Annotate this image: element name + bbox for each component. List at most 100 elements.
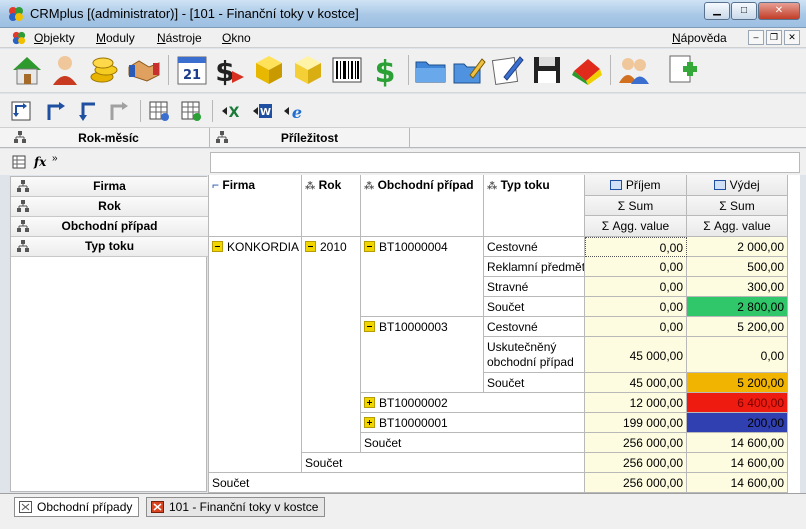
filter-strip[interactable] [210, 152, 800, 173]
money-icon[interactable]: $ [368, 53, 402, 87]
row-field-obchodni-pripad[interactable]: Obchodní případ [11, 217, 208, 237]
grid-header-firma[interactable]: ⌐ Firma [209, 175, 302, 237]
value-cell-highlight-green[interactable]: 2 800,00 [687, 297, 788, 317]
collapse-icon[interactable] [364, 241, 375, 252]
formula-icon[interactable]: fx [34, 155, 48, 169]
toolbar-separator [408, 55, 409, 85]
swap-axes-icon[interactable] [10, 100, 32, 122]
menu-nastroje[interactable]: Nástroje [157, 31, 202, 45]
year-cell[interactable]: 2010 [302, 237, 361, 453]
value-cell[interactable]: 45 000,00 [585, 337, 687, 373]
grid-refresh-icon[interactable] [180, 100, 202, 122]
value-cell-highlight-orange[interactable]: 5 200,00 [687, 373, 788, 393]
menu-logo-icon [12, 31, 26, 45]
arrow-right-disabled-icon[interactable] [108, 100, 130, 122]
sum-header-prijem[interactable]: Σ Sum [585, 196, 687, 216]
grid-settings-icon[interactable] [148, 100, 170, 122]
expand-icon[interactable] [364, 417, 375, 428]
maximize-button[interactable]: □ [731, 2, 757, 20]
case-cell-bt10000002[interactable]: BT10000002 [361, 393, 585, 413]
cases-icon [19, 501, 32, 513]
total-cell[interactable]: 14 600,00 [687, 453, 788, 473]
collapse-icon[interactable] [212, 241, 223, 252]
value-cell[interactable]: 0,00 [585, 237, 687, 257]
export-word-icon[interactable]: W [251, 100, 273, 122]
delete-icon[interactable] [570, 53, 604, 87]
grid-header-typ-toku[interactable]: ⁂ Typ toku [484, 175, 585, 237]
cube-icon[interactable] [252, 53, 286, 87]
total-cell[interactable]: 14 600,00 [687, 433, 788, 453]
export-html-icon[interactable]: e [282, 100, 304, 122]
value-cell[interactable]: 45 000,00 [585, 373, 687, 393]
value-cell[interactable]: 300,00 [687, 277, 788, 297]
mdi-close-button[interactable]: ✕ [784, 30, 800, 45]
mdi-minimize-button[interactable]: – [748, 30, 764, 45]
user-icon[interactable] [48, 53, 82, 87]
field-list-icon[interactable] [12, 155, 26, 169]
svg-text:e: e [292, 103, 302, 122]
grand-total-cell[interactable]: 256 000,00 [585, 473, 687, 493]
case-cell-bt10000001[interactable]: BT10000001 [361, 413, 585, 433]
column-field-prilezitost[interactable]: Příležitost [210, 128, 410, 148]
notes-edit-icon[interactable] [490, 53, 524, 87]
case-cell-bt10000003[interactable]: BT10000003 [361, 317, 484, 393]
calendar-icon[interactable]: 21 [175, 53, 209, 87]
value-cell[interactable]: 0,00 [585, 277, 687, 297]
value-cell[interactable]: 12 000,00 [585, 393, 687, 413]
column-field-rok-mesic[interactable]: Rok-měsíc [8, 128, 210, 148]
firma-cell[interactable]: KONKORDIA [209, 237, 302, 473]
value-cell[interactable]: 0,00 [585, 297, 687, 317]
menu-moduly[interactable]: Moduly [96, 31, 135, 45]
cube-open-icon[interactable] [291, 53, 325, 87]
row-field-typ-toku[interactable]: Typ toku [11, 237, 208, 257]
value-cell[interactable]: 199 000,00 [585, 413, 687, 433]
value-cell-highlight-red[interactable]: 6 400,00 [687, 393, 788, 413]
menu-napoveda[interactable]: Nápověda [672, 31, 727, 45]
menu-okno[interactable]: Okno [222, 31, 251, 45]
value-cell[interactable]: 0,00 [585, 317, 687, 337]
save-icon[interactable] [530, 53, 564, 87]
menu-objekty[interactable]: Objekty [34, 31, 75, 45]
handshake-icon[interactable] [127, 53, 161, 87]
arrow-down-icon[interactable] [77, 100, 99, 122]
value-cell-highlight-blue[interactable]: 200,00 [687, 413, 788, 433]
mdi-restore-button[interactable]: ❐ [766, 30, 782, 45]
sum-header-vydej[interactable]: Σ Sum [687, 196, 788, 216]
value-cell[interactable]: 0,00 [585, 257, 687, 277]
contacts-icon[interactable] [617, 53, 651, 87]
value-cell[interactable]: 0,00 [687, 337, 788, 373]
close-button[interactable]: ✕ [758, 2, 800, 20]
coins-icon[interactable] [88, 53, 122, 87]
measure-header-prijem[interactable]: Příjem [585, 175, 687, 196]
dollar-transfer-icon[interactable]: $ [212, 53, 246, 87]
measure-header-vydej[interactable]: Výdej [687, 175, 788, 196]
row-field-rok[interactable]: Rok [11, 197, 208, 217]
grid-header-obchodni-pripad[interactable]: ⁂ Obchodní případ [361, 175, 484, 237]
barcode-icon[interactable] [330, 53, 364, 87]
grand-total-cell[interactable]: 14 600,00 [687, 473, 788, 493]
arrow-right-icon[interactable] [45, 100, 67, 122]
home-icon[interactable] [10, 53, 44, 87]
collapse-icon[interactable] [305, 241, 316, 252]
collapse-icon[interactable] [364, 321, 375, 332]
new-record-icon[interactable] [665, 53, 699, 87]
agg-header-vydej[interactable]: Σ Agg. value [687, 216, 788, 237]
tab-obchodni-pripady[interactable]: Obchodní případy [14, 497, 140, 517]
value-cell[interactable]: 5 200,00 [687, 317, 788, 337]
value-cell[interactable]: 500,00 [687, 257, 788, 277]
row-field-firma[interactable]: Firma [11, 177, 208, 197]
window-tabs-bar: Obchodní případy 101 - Finanční toky v k… [0, 493, 806, 529]
more-chevron-icon[interactable]: » [52, 153, 66, 167]
folder-icon[interactable] [414, 53, 448, 87]
case-cell-bt10000004[interactable]: BT10000004 [361, 237, 484, 317]
value-cell[interactable]: 2 000,00 [687, 237, 788, 257]
total-cell[interactable]: 256 000,00 [585, 433, 687, 453]
total-cell[interactable]: 256 000,00 [585, 453, 687, 473]
export-excel-icon[interactable]: X [220, 100, 242, 122]
tab-financni-toky[interactable]: 101 - Finanční toky v kostce [146, 497, 326, 517]
expand-icon[interactable] [364, 397, 375, 408]
folder-edit-icon[interactable] [452, 53, 486, 87]
grid-header-rok[interactable]: ⁂ Rok [302, 175, 361, 237]
agg-header-prijem[interactable]: Σ Agg. value [585, 216, 687, 237]
minimize-button[interactable]: ▁ [704, 2, 730, 20]
